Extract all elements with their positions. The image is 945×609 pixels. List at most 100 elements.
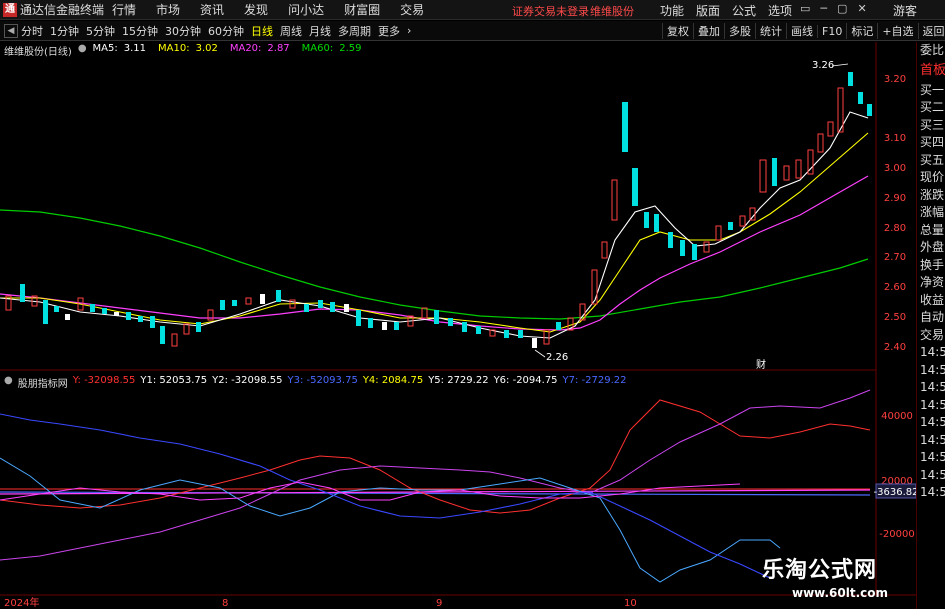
candle	[344, 304, 349, 312]
candle	[795, 159, 802, 179]
candle	[749, 207, 756, 221]
multi-stock-button[interactable]: 多股	[724, 23, 755, 39]
candle	[858, 92, 863, 104]
candle	[622, 102, 628, 152]
period-intraday[interactable]: 分时	[21, 23, 43, 39]
period-multi[interactable]: 多周期	[338, 23, 371, 39]
login-status[interactable]: 证券交易未登录	[512, 3, 589, 19]
overlay-button[interactable]: 叠加	[693, 23, 724, 39]
menu-options[interactable]: 选项	[768, 2, 792, 19]
period-60min[interactable]: 60分钟	[208, 23, 244, 39]
panel-item: 14:56	[920, 432, 945, 447]
candle	[102, 308, 107, 314]
restore-icon[interactable]: ▭	[800, 2, 810, 15]
indicator-y3: Y3: -52093.75	[287, 375, 358, 386]
price-tick: 3.20	[884, 74, 906, 85]
candle	[318, 300, 323, 308]
settings-dot-icon[interactable]: ●	[78, 43, 87, 58]
price-tick: 3.00	[884, 163, 906, 174]
candlesticks	[5, 72, 872, 348]
menu-market[interactable]: 市场	[156, 1, 180, 18]
low-price-label: 2.26	[546, 352, 568, 363]
more-chevron-icon[interactable]: ›	[407, 24, 411, 37]
candle	[476, 326, 481, 334]
candle	[382, 322, 387, 330]
price-tick: 2.80	[884, 223, 906, 234]
indicator-tick: 40000	[881, 411, 913, 422]
watermark-title: 乐淘公式网	[762, 558, 878, 583]
candle	[644, 212, 649, 228]
candle	[632, 168, 638, 206]
time-label: 8	[222, 598, 228, 609]
panel-item: 14:56	[920, 485, 945, 499]
period-toolbar: ◀ 分时 1分钟 5分钟 15分钟 30分钟 60分钟 日线 周线 月线 多周期…	[0, 21, 945, 41]
draw-button[interactable]: 画线	[786, 23, 817, 39]
price-chart[interactable]: 3.20 3.10 3.00 2.90 2.80 2.70 2.60 2.50 …	[0, 42, 916, 609]
period-30min[interactable]: 30分钟	[165, 23, 201, 39]
return-button[interactable]: 返回	[917, 23, 945, 39]
candle	[601, 241, 608, 259]
panel-item[interactable]: 自动	[917, 309, 945, 327]
menu-layout[interactable]: 版面	[696, 2, 720, 19]
indicator-y5: Y5: 2729.22	[428, 375, 489, 386]
panel-item[interactable]: 交易	[917, 327, 945, 345]
period-daily[interactable]: 日线	[251, 23, 273, 39]
candle	[462, 322, 467, 332]
menu-discover[interactable]: 发现	[244, 1, 268, 18]
menu-trade[interactable]: 交易	[400, 1, 424, 18]
guest-user[interactable]: 游客	[893, 2, 917, 19]
candle	[611, 179, 618, 221]
back-arrow-icon[interactable]: ◀	[4, 23, 18, 38]
settings-dot-icon[interactable]: ●	[4, 375, 13, 390]
panel-item: 现价	[920, 170, 945, 184]
candle	[827, 121, 834, 137]
candle	[703, 241, 710, 253]
candle	[90, 304, 95, 312]
app-logo-icon: 通	[3, 2, 17, 17]
indicator-name[interactable]: 股朋指标网	[18, 375, 68, 390]
panel-item: 涨跌	[920, 187, 945, 202]
panel-item: 委比	[920, 43, 945, 57]
period-monthly[interactable]: 月线	[309, 23, 331, 39]
maximize-icon[interactable]: ▢	[837, 2, 847, 15]
panel-item: 买三	[920, 117, 945, 132]
indicator-y2: Y2: -32098.55	[212, 375, 283, 386]
finance-event-mark[interactable]: 财	[756, 358, 766, 371]
menu-formula[interactable]: 公式	[732, 2, 756, 19]
close-icon[interactable]: ✕	[857, 2, 866, 15]
candle	[556, 322, 561, 330]
stats-button[interactable]: 统计	[755, 23, 786, 39]
minimize-icon[interactable]: ─	[820, 2, 827, 15]
period-15min[interactable]: 15分钟	[122, 23, 158, 39]
period-more[interactable]: 更多	[378, 23, 400, 39]
candle	[150, 316, 155, 328]
menu-market-quotes[interactable]: 行情	[112, 1, 136, 18]
add-watchlist-button[interactable]: +自选	[877, 23, 917, 39]
candle	[138, 316, 143, 322]
panel-item: 外盘	[920, 240, 945, 254]
candle	[783, 165, 790, 181]
panel-item: 14:56	[920, 450, 945, 464]
period-weekly[interactable]: 周线	[280, 23, 302, 39]
indicator-y6: Y6: -2094.75	[493, 375, 558, 386]
period-5min[interactable]: 5分钟	[86, 23, 115, 39]
indicator-y: Y: -32098.55	[72, 375, 136, 386]
high-price-label: 3.26	[812, 60, 834, 71]
menu-ask[interactable]: 问小达	[288, 1, 324, 18]
f10-button[interactable]: F10	[817, 24, 846, 38]
price-axis: 3.20 3.10 3.00 2.90 2.80 2.70 2.60 2.50 …	[884, 74, 906, 353]
price-tick: 2.40	[884, 342, 906, 353]
candle	[848, 72, 853, 86]
indicator-red-line	[0, 399, 871, 514]
candle	[20, 284, 25, 302]
candle	[65, 314, 70, 320]
menu-function[interactable]: 功能	[660, 2, 684, 19]
period-1min[interactable]: 1分钟	[50, 23, 79, 39]
adjust-button[interactable]: 复权	[662, 23, 693, 39]
panel-item: 买一	[920, 82, 945, 97]
mark-button[interactable]: 标记	[846, 23, 877, 39]
panel-item: 首板	[920, 62, 945, 78]
candle	[434, 310, 439, 324]
menu-wealth[interactable]: 财富圈	[344, 1, 380, 18]
menu-news[interactable]: 资讯	[200, 1, 224, 18]
